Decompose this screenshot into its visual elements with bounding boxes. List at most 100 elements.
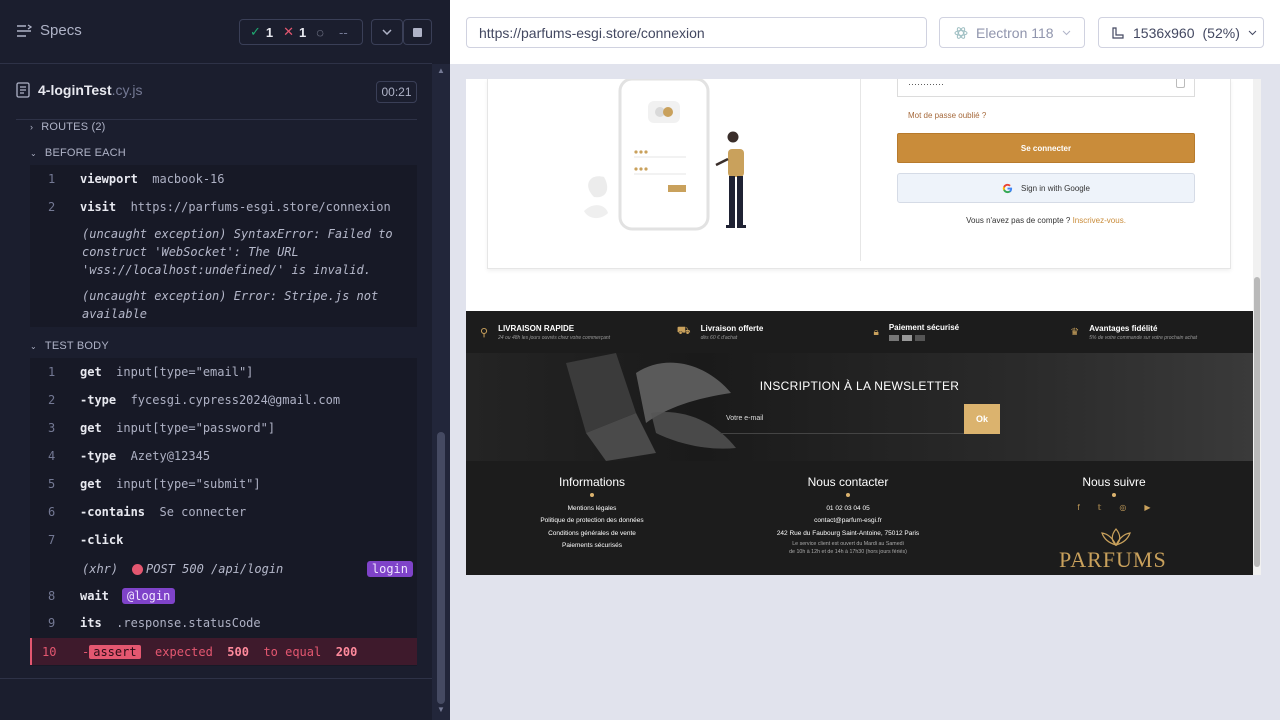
no-account-text: Vous n'avez pas de compte ? xyxy=(966,216,1071,225)
chevron-down-icon: ⌄ xyxy=(30,148,37,158)
command-row[interactable]: 4 -type Azety@12345 xyxy=(30,442,417,470)
spec-ext: .cy.js xyxy=(111,82,143,98)
forgot-password-link[interactable]: Mot de passe oublié ? xyxy=(908,111,986,120)
command-number: 1 xyxy=(48,365,56,379)
newsletter-email-input[interactable]: Votre e-mail xyxy=(720,404,965,434)
google-signin-button[interactable]: Sign in with Google xyxy=(897,173,1195,203)
failed-assert-row[interactable]: 10 - assert expected 500 to equal 200 xyxy=(30,638,417,665)
test-body-commands: 1 get input[type="email"] 2 -type fycesg… xyxy=(30,358,417,666)
failed-count: ✕ 1 xyxy=(283,24,307,40)
before-each-commands: 1 viewport macbook-16 2 visit https://pa… xyxy=(30,165,417,327)
command-row[interactable]: 2 visit https://parfums-esgi.store/conne… xyxy=(30,193,417,221)
command-row[interactable]: 6 -contains Se connecter xyxy=(30,498,417,526)
divider xyxy=(846,493,850,497)
command-row[interactable]: 8 wait @login xyxy=(30,582,417,610)
footer-phone[interactable]: 01 02 03 04 05 xyxy=(738,503,958,515)
aut-toolbar: https://parfums-esgi.store/connexion Ele… xyxy=(450,0,1280,64)
uncaught-exception-2[interactable]: (uncaught exception) Error: Stripe.js no… xyxy=(82,287,412,323)
aut-panel: https://parfums-esgi.store/connexion Ele… xyxy=(450,0,1280,720)
twitter-icon[interactable]: 𝕥 xyxy=(1098,503,1102,512)
feature-item: ♛ Avantages fidélité 5% de votre commande… xyxy=(1056,311,1253,353)
command-row[interactable]: 3 get input[type="password"] xyxy=(30,414,417,442)
list-icon xyxy=(17,23,32,37)
chevron-down-icon: ⌄ xyxy=(30,341,37,351)
login-submit-button[interactable]: Se connecter xyxy=(897,133,1195,163)
command-row[interactable]: 1 viewport macbook-16 xyxy=(30,165,417,193)
crown-icon: ♛ xyxy=(1070,326,1080,338)
routes-toggle[interactable]: › ROUTES (2) xyxy=(30,121,106,133)
footer-link[interactable]: Mentions légales xyxy=(512,503,672,515)
alias-badge: login xyxy=(366,561,413,577)
passed-count: ✓ 1 xyxy=(250,24,274,40)
test-stats: ✓ 1 ✕ 1 ◌ -- xyxy=(239,19,363,45)
runner-header: Specs ✓ 1 ✕ 1 ◌ -- xyxy=(0,0,432,64)
spec-duration: 00:21 xyxy=(376,81,417,103)
footer-link[interactable]: Politique de protection des données xyxy=(512,515,672,527)
lock-icon: 🔒︎ xyxy=(873,326,879,338)
check-icon: ✓ xyxy=(250,24,261,39)
feature-title: Paiement sécurisé xyxy=(888,323,960,332)
footer-link[interactable]: Paiements sécurisés xyxy=(512,540,672,552)
features-bar: ⚲ LIVRAISON RAPIDE 24 ou 48h les jours ou… xyxy=(466,311,1253,353)
command-row[interactable]: 1 get input[type="email"] xyxy=(30,358,417,386)
uncaught-exception-1[interactable]: (uncaught exception) SyntaxError: Failed… xyxy=(82,225,412,279)
command-content: -type Azety@12345 xyxy=(80,449,211,463)
specs-button[interactable]: Specs xyxy=(16,22,82,39)
google-icon xyxy=(1002,183,1013,193)
viewport-selector[interactable]: 1536x960 (52%) xyxy=(1098,17,1264,48)
feature-item: ⚲ LIVRAISON RAPIDE 24 ou 48h les jours ou… xyxy=(466,311,663,353)
divider xyxy=(0,678,432,679)
footer-address: 242 Rue du Faubourg Saint-Antoine, 75012… xyxy=(776,529,920,537)
brand-logo[interactable]: PARFUMS xyxy=(1051,527,1181,573)
before-each-toggle[interactable]: ⌄ BEFORE EACH xyxy=(30,147,126,159)
command-content: viewport macbook-16 xyxy=(80,172,225,186)
xhr-row[interactable]: (xhr) POST 500 /api/login login xyxy=(30,555,417,583)
command-number: 10 xyxy=(42,644,57,659)
spec-title: 4-loginTest .cy.js xyxy=(16,82,143,98)
browser-selector[interactable]: Electron 118 xyxy=(939,17,1085,48)
command-row[interactable]: 5 get input[type="submit"] xyxy=(30,470,417,498)
footer-email[interactable]: contact@parfum-esgi.fr xyxy=(738,515,958,527)
test-body-label: TEST BODY xyxy=(44,340,109,352)
test-body-toggle[interactable]: ⌄ TEST BODY xyxy=(30,340,109,352)
command-number: 9 xyxy=(48,616,56,630)
footer-heading: Informations xyxy=(558,475,626,489)
footer-contact-column: Nous contacter 01 02 03 04 05 contact@pa… xyxy=(738,475,958,556)
command-number: 1 xyxy=(48,172,56,186)
footer-hours: de 10h à 12h et de 14h à 17h30 (hors jou… xyxy=(789,548,907,555)
facebook-icon[interactable]: f xyxy=(1077,503,1079,512)
password-field[interactable]: ············ xyxy=(897,79,1195,97)
x-icon: ✕ xyxy=(283,24,295,39)
command-content: -click xyxy=(80,533,124,547)
command-number: 8 xyxy=(48,589,56,603)
app-scroll-thumb[interactable] xyxy=(1254,277,1260,567)
instagram-icon[interactable]: ◎ xyxy=(1119,503,1126,512)
reporter-scroll-thumb[interactable] xyxy=(437,432,445,704)
youtube-icon[interactable]: ▶ xyxy=(1144,503,1150,512)
xhr-text: POST 500 /api/login xyxy=(146,562,284,576)
stop-icon xyxy=(413,27,422,37)
newsletter-section: INSCRIPTION À LA NEWSLETTER Votre e-mail… xyxy=(466,353,1253,461)
eye-toggle-icon[interactable] xyxy=(1176,79,1185,88)
url-bar[interactable]: https://parfums-esgi.store/connexion xyxy=(466,17,927,48)
collapse-all-button[interactable] xyxy=(371,19,403,45)
footer-info-column: Informations Mentions légales Politique … xyxy=(512,475,672,552)
chevron-down-icon xyxy=(382,29,392,35)
chevron-down-icon xyxy=(1248,30,1257,35)
brand-name: PARFUMS xyxy=(1059,547,1167,572)
stop-button[interactable] xyxy=(403,19,432,45)
scroll-down-icon[interactable]: ▼ xyxy=(437,705,445,714)
newsletter-submit-button[interactable]: Ok xyxy=(964,404,1000,434)
command-number: 3 xyxy=(48,421,56,435)
payment-card-icons xyxy=(888,335,959,341)
divider xyxy=(16,119,417,120)
command-row[interactable]: 2 -type fycesgi.cypress2024@gmail.com xyxy=(30,386,417,414)
google-label: Sign in with Google xyxy=(1021,183,1090,193)
scroll-up-icon[interactable]: ▲ xyxy=(437,66,445,75)
signup-link[interactable]: Inscrivez-vous. xyxy=(1073,216,1126,225)
footer-link[interactable]: Conditions générales de vente xyxy=(512,528,672,540)
social-links: f 𝕥 ◎ ▶ xyxy=(1054,503,1174,512)
command-row[interactable]: 7 -click xyxy=(30,526,417,554)
app-viewport: ············ Mot de passe oublié ? Se co… xyxy=(466,79,1261,575)
command-row[interactable]: 9 its .response.statusCode xyxy=(30,609,417,637)
